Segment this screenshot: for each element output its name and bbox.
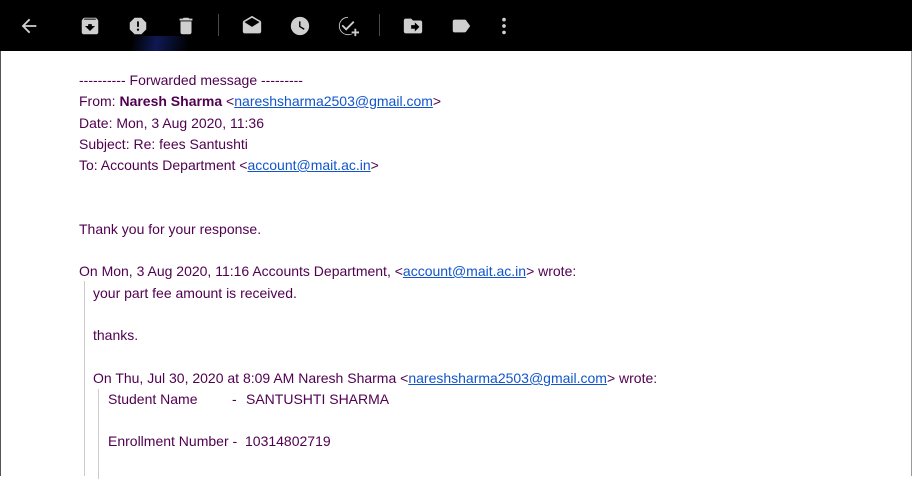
to-label: To: Accounts Department < (79, 157, 248, 173)
from-line: From: Naresh Sharma <nareshsharma2503@gm… (79, 93, 442, 109)
report-spam-button[interactable] (125, 13, 151, 39)
quoted-line: your part fee amount is received. (93, 285, 297, 301)
from-label: From: (79, 93, 120, 109)
delete-button[interactable] (173, 13, 199, 39)
toolbar-divider (379, 14, 380, 36)
sender-name: Naresh Sharma (119, 93, 223, 109)
nested-quote-bar (98, 389, 99, 479)
more-vert-icon (502, 17, 506, 35)
quote-attribution-text: On Mon, 3 Aug 2020, 11:16 Accounts Depar… (79, 263, 403, 279)
clock-icon (290, 16, 310, 36)
quoted-line: thanks. (93, 327, 139, 343)
trash-icon (179, 17, 193, 35)
subject-line: Subject: Re: fees Santushti (79, 136, 248, 152)
toolbar (0, 0, 912, 51)
snooze-button[interactable] (287, 13, 313, 39)
folder-arrow-icon (403, 18, 423, 34)
arrow-left-icon (21, 18, 37, 34)
enrollment-value: 10314802719 (245, 433, 331, 449)
student-name-separator: - (232, 391, 237, 407)
exclamation-icon (129, 17, 147, 35)
message-body: Thank you for your response. (79, 221, 262, 237)
move-to-button[interactable] (400, 13, 426, 39)
quote-attribution: On Mon, 3 Aug 2020, 11:16 Accounts Depar… (79, 261, 576, 282)
to-line: To: Accounts Department <account@mait.ac… (79, 157, 379, 173)
archive-icon (81, 17, 99, 35)
nested-quote-attribution-suffix: > wrote: (606, 370, 658, 386)
more-button[interactable] (491, 13, 517, 39)
quote-attribution-suffix: > wrote: (526, 263, 577, 279)
sender-email-link[interactable]: nareshsharma2503@gmail.com (234, 93, 433, 109)
nested-quote-attribution: On Thu, Jul 30, 2020 at 8:09 AM Naresh S… (93, 368, 657, 389)
add-to-tasks-button[interactable] (335, 13, 361, 39)
check-add-icon (338, 16, 359, 37)
envelope-open-icon (242, 15, 262, 34)
quote-bar (84, 281, 85, 476)
quote-email-link[interactable]: account@mait.ac.in (403, 263, 526, 279)
nested-quote-email-link[interactable]: nareshsharma2503@gmail.com (408, 370, 607, 386)
nested-quote-attribution-text: On Thu, Jul 30, 2020 at 8:09 AM Naresh S… (93, 370, 409, 386)
recipient-email-link[interactable]: account@mait.ac.in (247, 157, 370, 173)
toolbar-divider (218, 14, 219, 36)
archive-button[interactable] (77, 13, 103, 39)
email-body: ---------- Forwarded message --------- F… (0, 51, 912, 479)
forwarded-header: ---------- Forwarded message --------- (79, 72, 303, 88)
label-icon (452, 19, 471, 33)
student-name-label: Student Name (108, 391, 198, 407)
mark-unread-button[interactable] (239, 13, 265, 39)
student-name-value: SANTUSHTI SHARMA (246, 391, 390, 407)
labels-button[interactable] (448, 13, 474, 39)
enrollment-label: Enrollment Number - (108, 433, 238, 449)
date-line: Date: Mon, 3 Aug 2020, 11:36 (79, 115, 264, 131)
back-button[interactable] (16, 13, 42, 39)
